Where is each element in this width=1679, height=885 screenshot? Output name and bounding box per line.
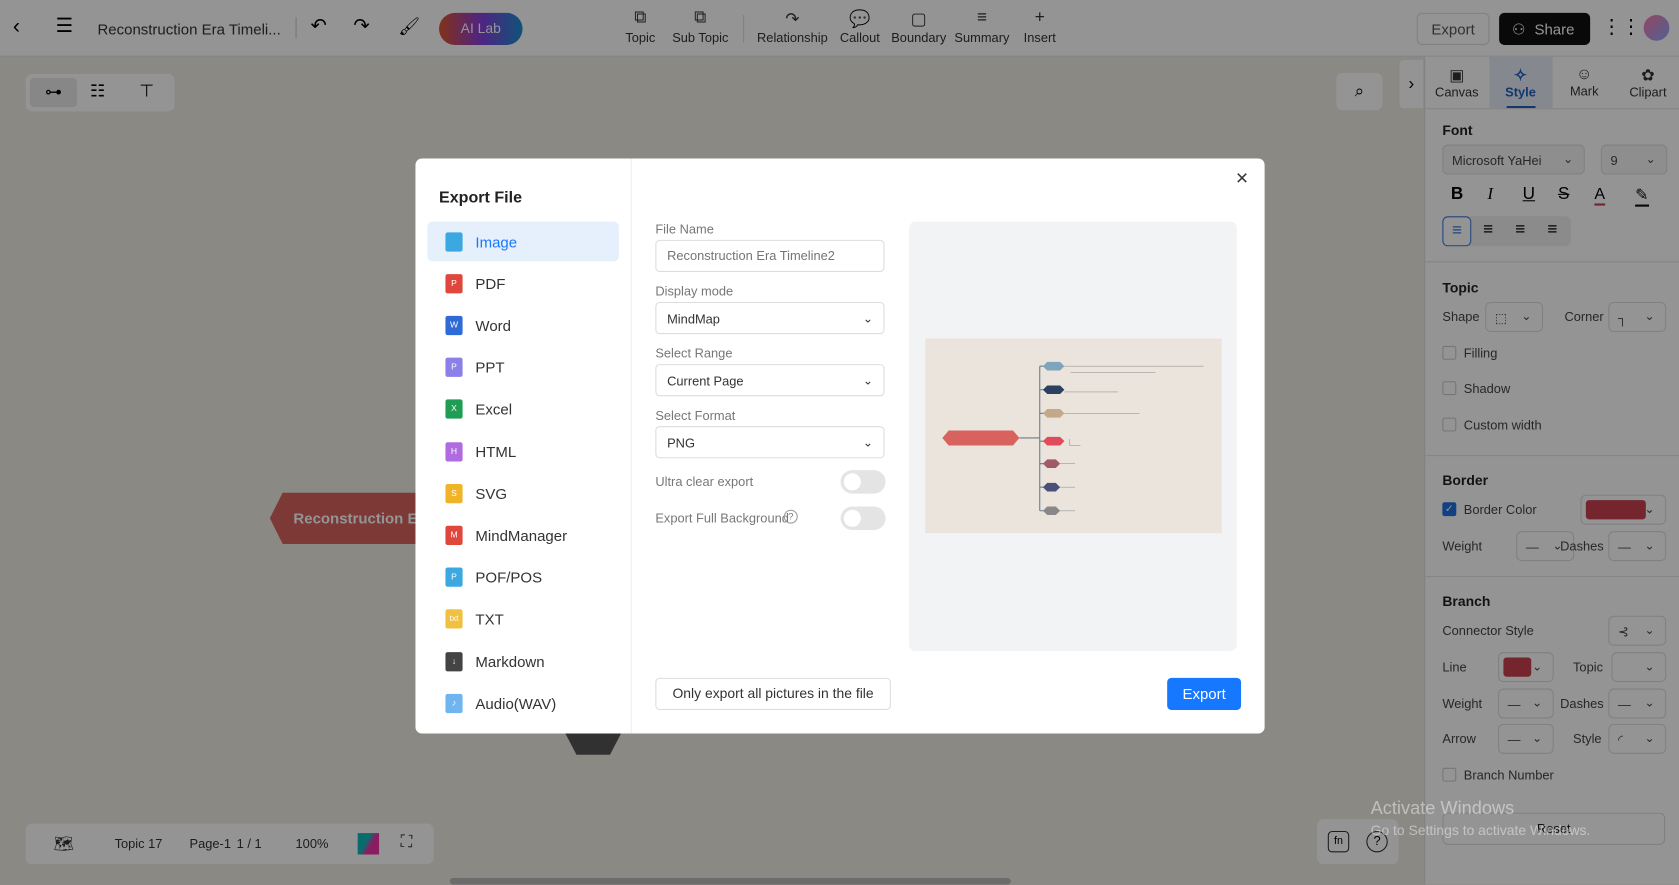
export-pictures-button[interactable]: Only export all pictures in the file (655, 677, 891, 710)
select-format-select[interactable]: PNG ⌄ (655, 426, 885, 459)
export-preview (909, 221, 1237, 652)
format-audiowav[interactable]: ♪ Audio(WAV) (427, 683, 619, 723)
image-file-icon (445, 231, 463, 252)
format-pdf[interactable]: P PDF (427, 264, 619, 304)
mindmap-preview-image (925, 338, 1222, 534)
full-background-toggle[interactable] (840, 506, 886, 531)
ppt-file-icon: P (445, 357, 463, 378)
word-file-icon: W (445, 315, 463, 336)
chevron-down-icon: ⌄ (862, 374, 873, 388)
format-word[interactable]: W Word (427, 306, 619, 346)
svg-file-icon: S (445, 483, 463, 503)
mindmanager-file-icon: M (445, 525, 463, 545)
excel-file-icon: X (445, 399, 463, 420)
chevron-down-icon: ⌄ (862, 436, 873, 450)
format-mindmanager[interactable]: M MindManager (427, 515, 619, 555)
dialog-export-button[interactable]: Export (1167, 677, 1242, 710)
pdf-file-icon: P (445, 273, 463, 294)
select-range-select[interactable]: Current Page ⌄ (655, 364, 885, 397)
format-image[interactable]: Image (427, 221, 619, 262)
activation-watermark-sub: Go to Settings to activate Windows. (1370, 822, 1591, 839)
format-ppt[interactable]: P PPT (427, 348, 619, 388)
display-mode-select[interactable]: MindMap ⌄ (655, 301, 885, 335)
txt-file-icon: txt (445, 609, 463, 629)
close-icon[interactable]: × (1236, 167, 1249, 192)
pofpos-file-icon: P (445, 567, 463, 587)
format-svg[interactable]: S SVG (427, 473, 619, 513)
help-icon[interactable]: ? (783, 509, 798, 524)
activation-watermark: Activate Windows (1370, 797, 1515, 819)
format-excel[interactable]: X Excel (427, 390, 619, 430)
ultra-clear-toggle[interactable] (840, 470, 886, 494)
audiowav-file-icon: ♪ (445, 693, 463, 713)
format-pofpos[interactable]: P POF/POS (427, 557, 619, 597)
format-html[interactable]: H HTML (427, 432, 619, 472)
markdown-file-icon: ↓ (445, 651, 463, 671)
html-file-icon: H (445, 441, 463, 461)
export-dialog: Export File × Image P PDF W Word P PPT X Excel H H… (415, 158, 1265, 734)
file-name-input[interactable] (655, 239, 885, 272)
dialog-title: Export File (439, 188, 523, 207)
chevron-down-icon: ⌄ (862, 312, 873, 326)
format-txt[interactable]: txt TXT (427, 599, 619, 639)
format-markdown[interactable]: ↓ Markdown (427, 641, 619, 681)
